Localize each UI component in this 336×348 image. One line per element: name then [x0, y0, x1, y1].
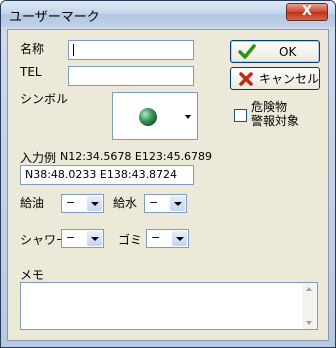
chevron-down-icon [172, 231, 187, 246]
trash-select[interactable]: − [146, 229, 189, 248]
water-label: 給水 [113, 196, 138, 210]
scroll-down-icon[interactable] [306, 321, 312, 325]
check-icon [238, 44, 256, 59]
user-mark-dialog: ユーザーマーク X 名称 TEL シンボル 入力例 N12:34.5678 E1… [0, 0, 336, 348]
memo-label: メモ [20, 268, 45, 282]
symbol-preview [139, 108, 191, 126]
window-title: ユーザーマーク [9, 10, 100, 25]
chevron-down-icon [170, 196, 185, 211]
scroll-up-icon[interactable] [306, 287, 312, 291]
tel-label: TEL [20, 65, 42, 79]
coordinates-input[interactable]: N38:48.0233 E138:43.8724 [20, 165, 194, 185]
memo-scrollbar[interactable] [302, 283, 317, 329]
name-label: 名称 [20, 42, 45, 56]
water-select[interactable]: − [144, 194, 187, 213]
chevron-down-icon [87, 231, 102, 246]
symbol-select[interactable] [112, 92, 198, 140]
name-input[interactable] [68, 40, 194, 60]
cancel-button[interactable]: キャンセル [230, 67, 320, 90]
ok-button[interactable]: OK [230, 40, 320, 63]
cancel-label: キャンセル [259, 72, 320, 86]
ok-label: OK [279, 44, 297, 59]
dropdown-arrow-icon [185, 115, 191, 119]
symbol-ball-icon [139, 108, 157, 126]
example-value: N12:34.5678 E123:45.6789 [60, 150, 213, 163]
memo-textarea[interactable] [20, 282, 318, 330]
fuel-label: 給油 [20, 196, 45, 210]
hazard-label-line2: 警報対象 [251, 114, 300, 128]
close-button[interactable]: X [286, 3, 328, 21]
close-icon: X [301, 4, 313, 19]
chevron-down-icon [87, 196, 102, 211]
trash-label: ゴミ [118, 233, 143, 247]
shower-select[interactable]: − [61, 229, 104, 248]
cancel-x-icon [239, 72, 253, 86]
title-bar[interactable]: ユーザーマーク X [1, 1, 335, 27]
hazard-label-line1: 危険物 [251, 100, 288, 114]
text-caret [73, 44, 74, 56]
tel-input[interactable] [68, 66, 194, 86]
dialog-body: 名称 TEL シンボル 入力例 N12:34.5678 E123:45.6789… [7, 29, 329, 341]
example-label: 入力例 [20, 151, 57, 165]
fuel-select[interactable]: − [61, 194, 104, 213]
symbol-label: シンボル [20, 92, 69, 106]
hazard-checkbox[interactable] [234, 109, 247, 122]
